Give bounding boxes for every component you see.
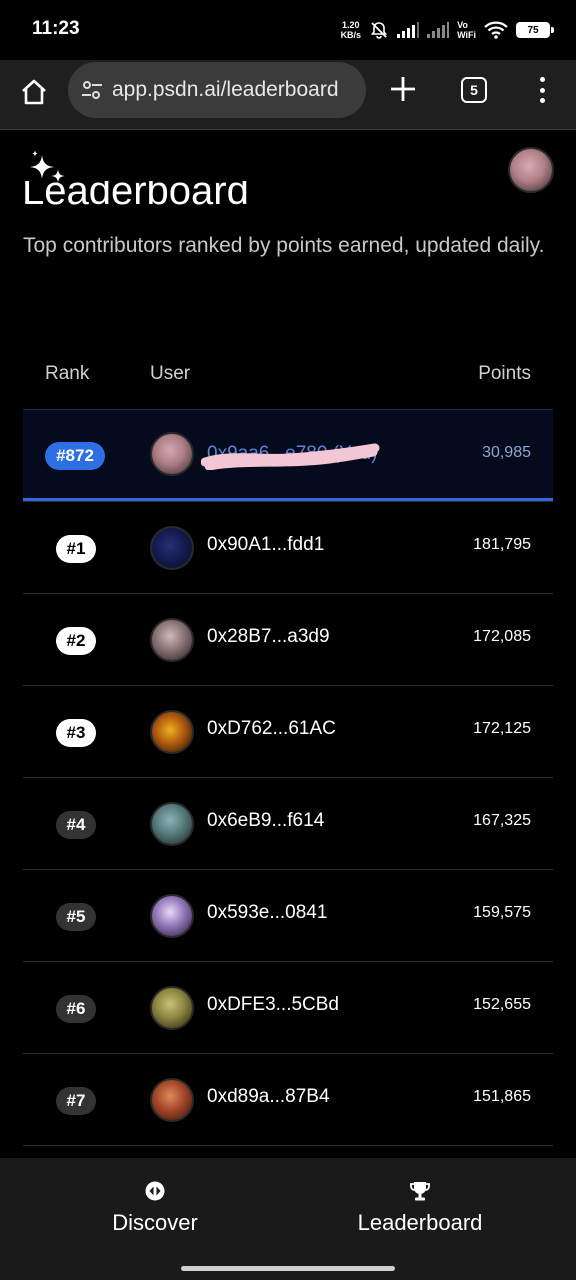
status-icons: 1.20 KB/s Vo WiFi 75 [340,17,554,43]
table-row[interactable]: #1 0x90A1...fdd1 181,795 [23,501,553,593]
page-title: Leaderboard [22,181,249,213]
user-points: 172,085 [473,628,531,645]
rank-badge: #5 [56,903,96,931]
user-address: 0x6eB9...f614 [207,810,325,831]
rank-badge: #2 [56,627,96,655]
tune-icon[interactable] [80,78,104,102]
home-icon [22,79,46,105]
nav-leaderboard[interactable]: Leaderboard [320,1180,520,1236]
user-points: 159,575 [473,904,531,921]
signal-icon-2 [427,22,450,38]
rank-badge: #1 [56,535,96,563]
nav-discover-label: Discover [112,1210,198,1235]
user-address: 0xD762...61AC [207,718,336,739]
avatar [150,802,194,846]
status-bar: 11:23 1.20 KB/s Vo WiFi 75 [0,0,576,60]
avatar [150,894,194,938]
browser-toolbar: app.psdn.ai/leaderboard 5 [0,60,576,130]
user-address: 0x28B7...a3d9 [207,626,330,647]
leaderboard-table: #872 0x9aa6...e780 (You) 30,985 #1 0x90A… [23,409,553,1158]
plus-icon[interactable] [386,72,420,106]
user-points: 181,795 [473,536,531,553]
user-address: 0xd89a...87B4 [207,1086,330,1107]
current-user-row[interactable]: #872 0x9aa6...e780 (You) 30,985 [23,409,553,501]
signal-icon [397,22,420,38]
nav-discover[interactable]: Discover [55,1180,255,1236]
header-user: User [150,363,191,384]
avatar [150,986,194,1030]
network-speed: 1.20 KB/s [340,20,362,40]
rank-badge: #7 [56,1087,96,1115]
rank-badge: #6 [56,995,96,1023]
url-text[interactable]: app.psdn.ai/leaderboard [112,78,339,102]
url-bar[interactable]: app.psdn.ai/leaderboard [68,62,366,118]
more-vert-icon[interactable] [532,74,552,106]
table-row[interactable]: #6 0xDFE3...5CBd 152,655 [23,961,553,1053]
user-address: 0xDFE3...5CBd [207,994,339,1015]
table-row[interactable]: #5 0x593e...0841 159,575 [23,869,553,961]
avatar [150,1078,194,1122]
avatar [150,618,194,662]
table-row[interactable]: #7 0xd89a...87B4 151,865 [23,1053,553,1145]
bottom-nav: Discover Leaderboard [0,1158,576,1280]
avatar [150,710,194,754]
volte-indicator: Vo WiFi [457,20,476,40]
wifi-icon [484,21,508,39]
rank-badge: #872 [45,442,105,470]
table-header: Rank User Points [23,363,553,393]
user-points: 30,985 [482,444,531,461]
tabs-icon[interactable]: 5 [461,77,487,103]
bell-off-icon [370,22,388,39]
header-rank: Rank [45,363,90,384]
avatar [150,526,194,570]
gesture-bar[interactable] [181,1266,395,1271]
user-address: 0x593e...0841 [207,902,328,923]
table-row[interactable]: #2 0x28B7...a3d9 172,085 [23,593,553,685]
rank-badge: #3 [56,719,96,747]
table-row[interactable]: #4 0x6eB9...f614 167,325 [23,777,553,869]
user-points: 167,325 [473,812,531,829]
home-button[interactable] [16,74,52,110]
user-points: 172,125 [473,720,531,737]
avatar [150,432,194,476]
compass-icon [145,1181,165,1201]
battery-icon: 75 [516,22,554,38]
table-row-partial [23,1145,553,1158]
user-address: 0x90A1...fdd1 [207,534,325,555]
page-content: Leaderboard Top contributors ranked by p… [0,131,576,1158]
trophy-icon [410,1182,430,1201]
user-points: 152,655 [473,996,531,1013]
user-points: 151,865 [473,1088,531,1105]
page-subtitle: Top contributors ranked by points earned… [23,234,545,257]
rank-badge: #4 [56,811,96,839]
header-points: Points [478,363,531,384]
profile-avatar[interactable] [508,147,554,193]
nav-leaderboard-label: Leaderboard [357,1210,483,1235]
redaction-scribble [201,443,380,470]
status-time: 11:23 [32,18,80,39]
table-row[interactable]: #3 0xD762...61AC 172,125 [23,685,553,777]
